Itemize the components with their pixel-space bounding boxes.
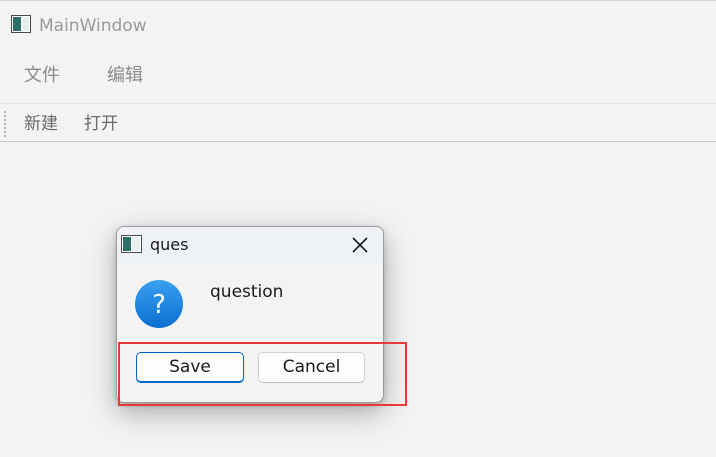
menu-edit[interactable]: 编辑 [107,64,143,88]
question-icon: ? [135,280,183,328]
app-window-icon [11,15,31,33]
menu-file[interactable]: 文件 [24,64,60,88]
menu-bar: 文件 编辑 [0,50,716,104]
dialog-title-bar: ques [117,227,383,263]
tool-bar: 新建 打开 [0,104,716,142]
dialog-message: question [210,282,284,302]
toolbar-handle[interactable] [4,111,6,137]
title-bar: MainWindow [0,0,716,50]
dialog-title: ques [150,235,189,254]
toolbar-open-button[interactable]: 打开 [84,112,118,136]
save-button[interactable]: Save [136,352,244,383]
toolbar-new-button[interactable]: 新建 [24,112,58,136]
question-dialog: ques ? question Save Cancel [116,226,384,403]
cancel-button[interactable]: Cancel [258,352,365,383]
close-icon[interactable] [349,234,371,256]
svg-text:?: ? [152,290,166,320]
dialog-window-icon [121,235,142,253]
window-title: MainWindow [39,16,147,36]
main-window: MainWindow 文件 编辑 新建 打开 ques ? question S… [0,0,716,457]
